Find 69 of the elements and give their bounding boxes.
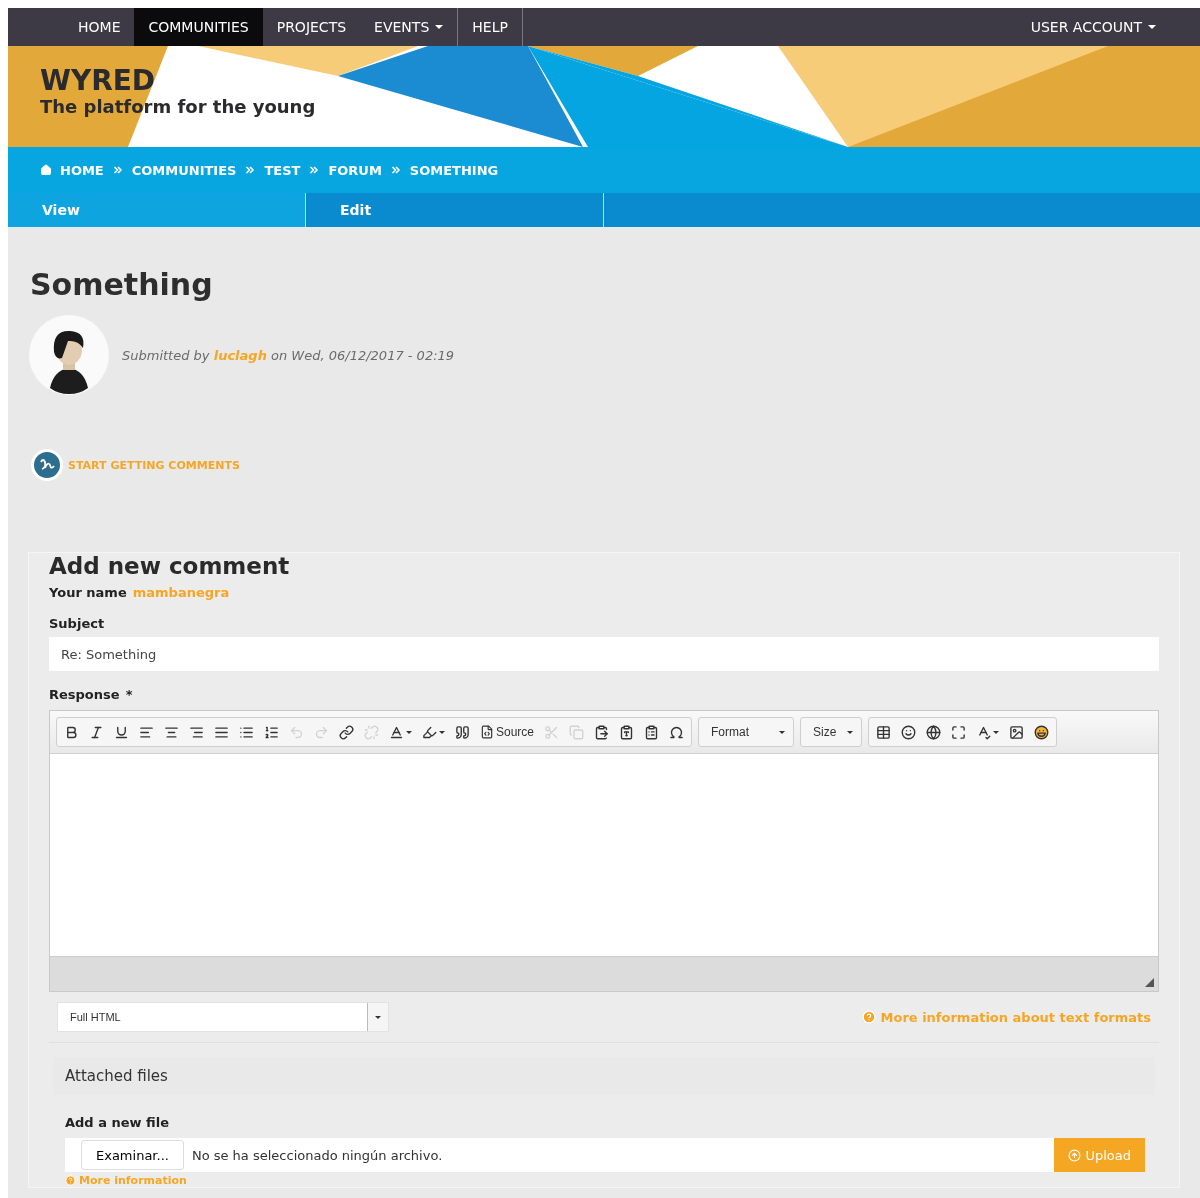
align-left-icon (139, 724, 154, 740)
paste-icon (594, 724, 610, 740)
spellcheck-icon (976, 724, 992, 740)
file-input[interactable]: Examinar... No se ha seleccionado ningún archivo. Upload (65, 1138, 1145, 1172)
field-label: Subject (49, 616, 106, 631)
smiley-icon (901, 724, 917, 740)
table-icon (876, 724, 892, 740)
paste-text-icon (619, 724, 635, 740)
nav-link[interactable]: PROJECTS (262, 8, 361, 46)
caret-icon (375, 1015, 381, 1019)
caret-icon (1148, 25, 1156, 29)
redo-icon (314, 724, 329, 740)
field-label: Your name (49, 585, 127, 600)
chevrons-icon (111, 164, 124, 176)
field-label: Response (49, 687, 120, 702)
justify-icon (214, 724, 229, 740)
cut-icon (544, 724, 560, 740)
browse-button[interactable]: Examinar... (81, 1140, 184, 1170)
resize-grip-icon[interactable] (1145, 978, 1154, 987)
form-heading: Add new comment (49, 553, 291, 579)
upload-icon (1068, 1148, 1082, 1162)
user-account-menu[interactable]: USER ACCOUNT (1016, 8, 1200, 46)
numbered-list-icon (264, 724, 279, 740)
bold-icon (64, 724, 79, 740)
file-status: No se ha seleccionado ningún archivo. (191, 1147, 444, 1163)
help-icon (861, 1010, 876, 1024)
site-logo-text[interactable]: WYRED (40, 66, 156, 96)
image-icon (1009, 724, 1025, 740)
required-mark: * (125, 687, 133, 702)
toolbar-select[interactable]: Size (803, 720, 860, 744)
caret-icon (439, 730, 445, 734)
align-right-icon (189, 724, 204, 740)
text-format-select[interactable]: Full HTML (57, 1002, 389, 1032)
align-center-icon (164, 724, 179, 740)
caret-icon (406, 730, 412, 734)
home-icon (40, 164, 52, 176)
quote-icon (455, 724, 470, 740)
italic-icon (89, 724, 104, 740)
caret-icon (847, 730, 854, 734)
user-name: mambanegra (132, 585, 230, 600)
omega-icon (669, 724, 685, 740)
source-button[interactable]: Source (475, 720, 540, 744)
globe-icon (926, 724, 942, 740)
bulleted-list-icon (239, 724, 254, 740)
caret-icon (993, 730, 1000, 734)
link-icon (339, 724, 354, 740)
emoji-icon (1034, 724, 1050, 740)
chevrons-icon (308, 164, 321, 176)
panel-title: Attached files (65, 1067, 169, 1085)
page-title: Something (30, 267, 214, 302)
undo-icon (289, 724, 304, 740)
comments-badge-icon (30, 448, 64, 482)
paste-word-icon (644, 724, 660, 740)
chevrons-icon (389, 164, 402, 176)
copy-icon (569, 724, 585, 740)
chevrons-icon (244, 164, 257, 176)
toolbar-select[interactable]: Format (701, 720, 792, 744)
subject-input[interactable]: Re: Something (49, 637, 1159, 671)
caret-icon (779, 730, 786, 734)
submitted-info: Submitted by luclagh on Wed, 06/12/2017 - 02:19 (122, 347, 455, 363)
text-color-icon (389, 724, 404, 740)
underline-icon (114, 724, 129, 740)
unlink-icon (364, 724, 379, 740)
field-label: Add a new file (65, 1115, 170, 1130)
nav-link[interactable]: HOME (64, 8, 135, 46)
maximize-icon (951, 724, 967, 740)
nav-link[interactable]: COMMUNITIES (134, 8, 263, 46)
source-icon (480, 725, 494, 739)
caret-icon (435, 25, 444, 29)
